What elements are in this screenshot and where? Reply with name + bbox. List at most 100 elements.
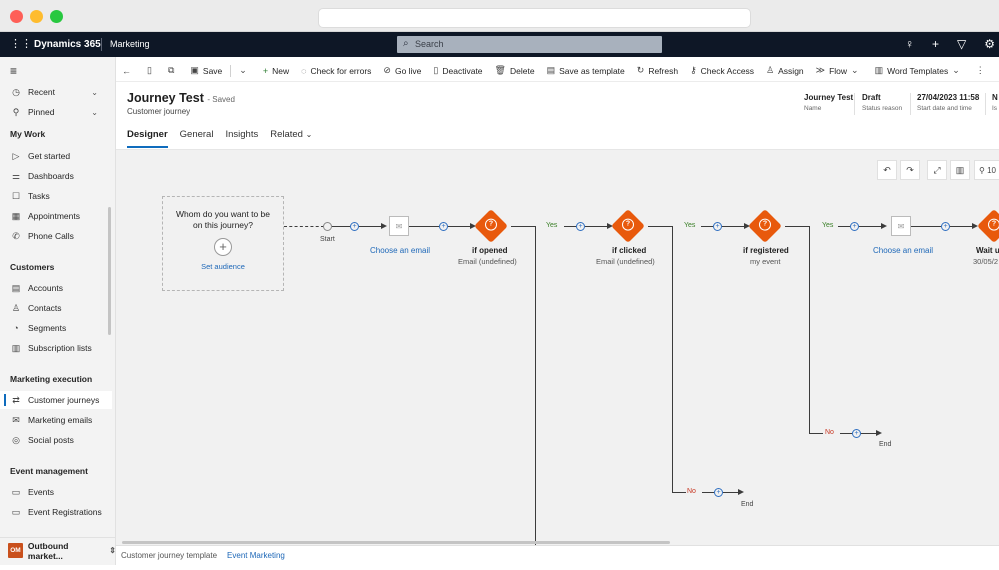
sidebar-item-accounts[interactable]: ▤ Accounts [0,279,112,297]
add-step-button[interactable]: + [850,222,859,231]
chevron-down-icon[interactable]: ⌄ [91,88,98,97]
module-name[interactable]: Marketing [110,39,150,49]
email-tile[interactable]: ✉ [389,216,409,236]
wait-title: Wait u [976,246,999,255]
add-step-button[interactable]: + [350,222,359,231]
condition-if-registered-tile[interactable]: ? [748,209,782,243]
set-audience-link[interactable]: Set audience [163,262,283,271]
tab-related[interactable]: Related ⌄ [270,129,312,148]
sidebar-item-tasks[interactable]: ☐ Tasks [0,187,112,205]
connector [332,226,350,227]
audience-connector [284,226,324,227]
assign-button[interactable]: ♙ Assign [760,60,810,82]
fit-to-screen-button[interactable]: ⤢ [927,160,947,180]
audience-tile[interactable]: Whom do you want to be on this journey? … [162,196,284,291]
address-bar[interactable] [318,8,751,28]
add-step-button[interactable]: + [713,222,722,231]
back-button[interactable]: ← [116,60,141,82]
redo-button[interactable]: ↷ [900,160,920,180]
check-access-button[interactable]: ⚷ Check Access [684,60,760,82]
maximize-window-button[interactable] [50,10,63,23]
add-step-button[interactable]: + [576,222,585,231]
add-step-button[interactable]: + [714,488,723,497]
field-label: Status reason [862,105,903,112]
chevron-down-icon[interactable]: ⌄ [91,108,98,117]
filter-icon[interactable]: ▽ [957,37,966,51]
choose-email-link[interactable]: Choose an email [370,246,430,255]
trash-icon: 🗑 [494,65,506,75]
sidebar-item-segments[interactable]: ◔ Segments [0,319,112,337]
app-launcher-icon[interactable]: ⋮⋮ [10,38,32,50]
sidebar-item-get-started[interactable]: ▷ Get started [0,147,112,165]
wait-tile[interactable]: ? [977,209,999,243]
sidebar-scrollbar[interactable] [108,207,111,335]
brand-name[interactable]: Dynamics 365 [34,39,101,50]
task-icon: ☐ [11,190,21,201]
close-window-button[interactable] [10,10,23,23]
sidebar-item-subscription-lists[interactable]: ▥ Subscription lists [0,339,112,357]
add-audience-button[interactable]: + [214,238,232,256]
settings-icon[interactable]: ⚙ [984,37,995,51]
sidebar-item-label: Phone Calls [28,231,74,241]
journey-designer-canvas[interactable]: ↶ ↷ ⤢ ▥ ⚲ 10 Whom do you want to be on t… [116,150,999,545]
dashboard-icon: ⚌ [11,170,21,181]
start-node[interactable] [323,222,332,231]
save-button[interactable]: ▣ Save [184,60,228,82]
sidebar-item-event-registrations[interactable]: ▭ Event Registrations [0,503,112,521]
form-icon: ▯ [147,65,152,75]
start-label: Start [320,236,335,243]
delete-button[interactable]: 🗑 Delete [489,60,541,82]
minimap-button[interactable]: ▥ [950,160,970,180]
more-commands-button[interactable]: ⋮ [970,60,995,82]
sidebar-item-dashboards[interactable]: ⚌ Dashboards [0,167,112,185]
tab-designer[interactable]: Designer [127,129,168,148]
add-step-button[interactable]: + [941,222,950,231]
plus-icon[interactable]: + [932,37,939,51]
sidebar-item-customer-journeys[interactable]: ⇄ Customer journeys [0,391,112,409]
add-step-button[interactable]: + [852,429,861,438]
zoom-icon: ⚲ [979,165,985,175]
condition-if-clicked-tile[interactable]: ? [611,209,645,243]
flow-button[interactable]: ≫ Flow ⌄ [810,60,869,82]
open-new-window-button[interactable]: ⧉ [162,60,184,82]
choose-email-link[interactable]: Choose an email [873,246,933,255]
add-step-button[interactable]: + [439,222,448,231]
sidebar-item-phone-calls[interactable]: ✆ Phone Calls [0,227,112,245]
email-tile[interactable]: ✉ [891,216,911,236]
canvas-horizontal-scrollbar[interactable] [122,541,670,544]
header-field-status[interactable]: Draft Status reason [862,93,902,112]
sidebar-item-events[interactable]: ▭ Events [0,483,112,501]
hamburger-icon[interactable]: ≡ [10,64,17,78]
check-errors-button[interactable]: ◌ Check for errors [295,60,377,82]
header-field-truncated[interactable]: N Is [992,93,998,112]
undo-button[interactable]: ↶ [877,160,897,180]
sidebar-item-contacts[interactable]: ♙ Contacts [0,299,112,317]
condition-title: if opened [472,246,508,255]
sidebar-item-recent[interactable]: ◷ Recent ⌄ [0,83,112,101]
new-button[interactable]: + New [257,60,295,82]
tab-general[interactable]: General [180,129,214,148]
global-search-input[interactable]: ⌕ Search [397,36,662,53]
sidebar-item-pinned[interactable]: ⚲ Pinned ⌄ [0,103,112,121]
header-field-start-date[interactable]: 27/04/2023 11:58 Start date and time [917,93,979,112]
sidebar-item-label: Tasks [28,191,50,201]
word-icon: ▥ [874,65,884,75]
save-dropdown-button[interactable]: ⌄ [233,60,257,82]
sidebar-item-appointments[interactable]: ▦ Appointments [0,207,112,225]
zoom-control[interactable]: ⚲ 10 [974,160,999,180]
template-link[interactable]: Event Marketing [227,551,285,560]
condition-if-opened-tile[interactable]: ? [474,209,508,243]
go-live-button[interactable]: ⊘ Go live [377,60,427,82]
area-switcher[interactable]: OM Outbound market... ⇕ [0,537,116,563]
sidebar-item-social-posts[interactable]: ◎ Social posts [0,431,112,449]
tab-insights[interactable]: Insights [225,129,258,148]
sidebar-item-marketing-emails[interactable]: ✉ Marketing emails [0,411,112,429]
lightbulb-icon[interactable]: ♀ [905,37,914,51]
record-set-button[interactable]: ▯ [141,60,162,82]
refresh-button[interactable]: ↻ Refresh [631,60,684,82]
save-as-template-button[interactable]: ▤ Save as template [541,60,631,82]
deactivate-button[interactable]: ▯ Deactivate [427,60,488,82]
minimize-window-button[interactable] [30,10,43,23]
word-templates-button[interactable]: ▥ Word Templates ⌄ [869,60,970,82]
branch-line [535,226,536,545]
